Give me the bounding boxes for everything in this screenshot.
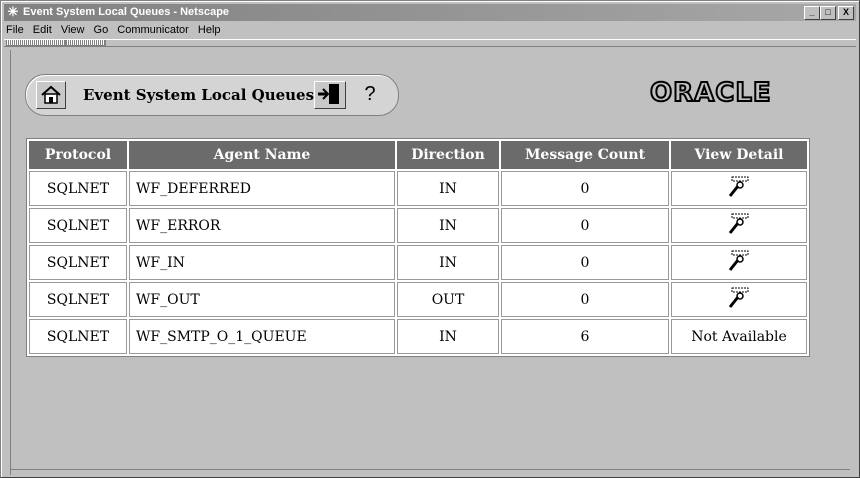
col-message-count: Message Count <box>501 141 669 169</box>
protocol-cell: SQLNET <box>29 282 127 317</box>
direction-cell: IN <box>397 171 499 206</box>
collapsed-toolbars <box>4 39 856 47</box>
window-controls: _ □ X <box>804 6 854 20</box>
view-detail-cell <box>671 208 807 243</box>
menu-view[interactable]: View <box>61 24 85 36</box>
menu-edit[interactable]: Edit <box>33 24 52 36</box>
agent-name-cell: WF_DEFERRED <box>129 171 395 206</box>
toolbar-grip-location[interactable] <box>66 40 106 46</box>
protocol-cell: SQLNET <box>29 319 127 354</box>
exit-button[interactable] <box>314 81 346 109</box>
menu-file[interactable]: File <box>6 24 24 36</box>
agent-name-cell: WF_OUT <box>129 282 395 317</box>
maximize-button[interactable]: □ <box>820 6 836 20</box>
home-icon <box>41 85 61 104</box>
window-title: Event System Local Queues - Netscape <box>23 6 230 18</box>
home-button[interactable] <box>36 81 66 109</box>
table-row: SQLNET WF_IN IN 0 <box>29 245 807 280</box>
direction-cell: OUT <box>397 282 499 317</box>
minimize-button[interactable]: _ <box>804 6 820 20</box>
agent-name-cell: WF_SMTP_O_1_QUEUE <box>129 319 395 354</box>
message-count-cell: 6 <box>501 319 669 354</box>
col-direction: Direction <box>397 141 499 169</box>
view-detail-cell <box>671 245 807 280</box>
menu-communicator[interactable]: Communicator <box>117 24 189 36</box>
col-protocol: Protocol <box>29 141 127 169</box>
table-row: SQLNET WF_SMTP_O_1_QUEUE IN 6 Not Availa… <box>29 319 807 354</box>
table-row: SQLNET WF_ERROR IN 0 <box>29 208 807 243</box>
col-view-detail: View Detail <box>671 141 807 169</box>
help-button[interactable]: ? <box>359 81 381 107</box>
col-agent-name: Agent Name <box>129 141 395 169</box>
view-detail-cell <box>671 282 807 317</box>
page-title: Event System Local Queues <box>83 86 315 104</box>
agent-name-cell: WF_ERROR <box>129 208 395 243</box>
header-row: Protocol Agent Name Direction Message Co… <box>29 141 807 169</box>
message-count-cell: 0 <box>501 208 669 243</box>
menu-help[interactable]: Help <box>198 24 221 36</box>
global-nav-bar: Event System Local Queues ? <box>25 74 399 116</box>
direction-cell: IN <box>397 319 499 354</box>
message-count-cell: 0 <box>501 282 669 317</box>
table-row: SQLNET WF_OUT OUT 0 <box>29 282 807 317</box>
queues-table: Protocol Agent Name Direction Message Co… <box>26 138 810 357</box>
toolbar-grip-navigation[interactable] <box>6 40 66 46</box>
protocol-cell: SQLNET <box>29 171 127 206</box>
protocol-cell: SQLNET <box>29 245 127 280</box>
view-detail-icon[interactable] <box>726 176 752 198</box>
view-detail-cell <box>671 171 807 206</box>
direction-cell: IN <box>397 245 499 280</box>
oracle-logo: ORACLE <box>649 77 772 109</box>
exit-icon <box>318 84 339 104</box>
netscape-icon: ✳ <box>7 4 19 19</box>
menu-go[interactable]: Go <box>94 24 109 36</box>
view-detail-icon[interactable] <box>726 213 752 235</box>
view-detail-icon[interactable] <box>726 250 752 272</box>
title-bar[interactable]: ✳ Event System Local Queues - Netscape _ □… <box>4 4 856 21</box>
menu-bar: File Edit View Go Communicator Help <box>4 22 856 39</box>
table-row: SQLNET WF_DEFERRED IN 0 <box>29 171 807 206</box>
direction-cell: IN <box>397 208 499 243</box>
protocol-cell: SQLNET <box>29 208 127 243</box>
message-count-cell: 0 <box>501 245 669 280</box>
agent-name-cell: WF_IN <box>129 245 395 280</box>
close-button[interactable]: X <box>838 6 854 20</box>
view-detail-icon[interactable] <box>726 287 752 309</box>
message-count-cell: 0 <box>501 171 669 206</box>
view-detail-cell: Not Available <box>671 319 807 354</box>
page-bottom-divider <box>10 469 850 470</box>
